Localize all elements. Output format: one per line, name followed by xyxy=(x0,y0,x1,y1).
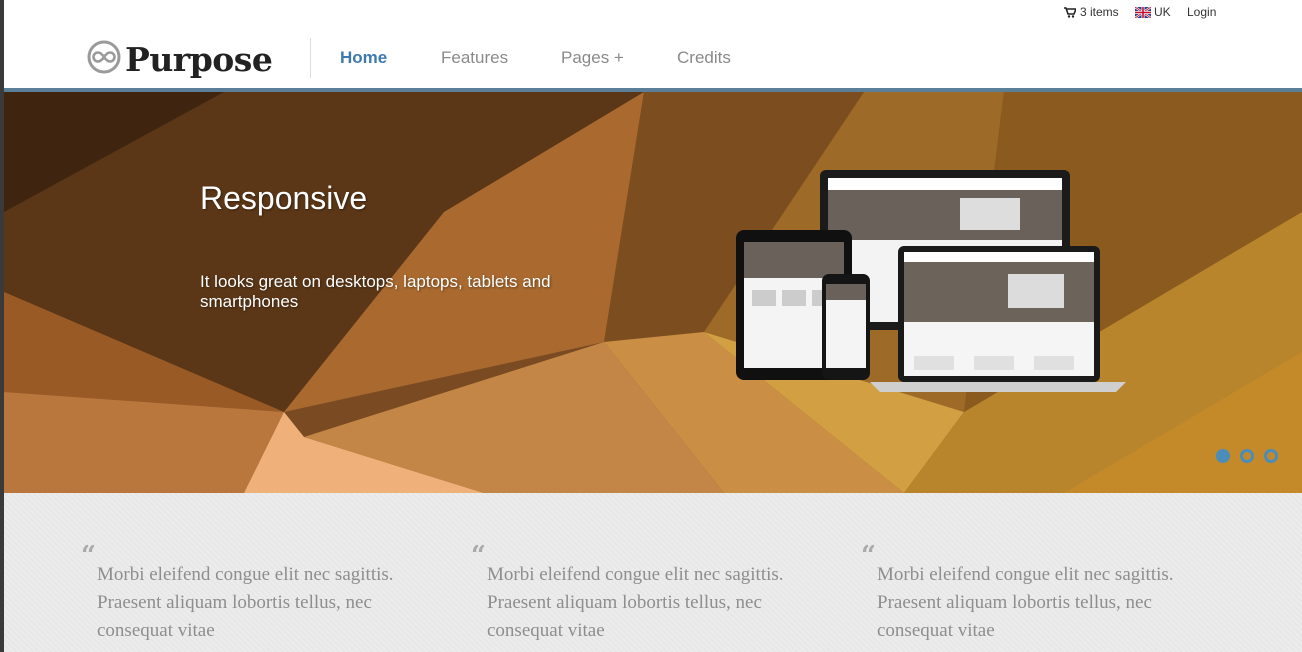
brand-logo[interactable]: Purpose xyxy=(87,40,273,79)
nav-item-home[interactable]: Home xyxy=(340,48,387,68)
hero-slider: Responsive It looks great on desktops, l… xyxy=(4,92,1302,493)
testimonial-item: “ Morbi eleifend congue elit nec sagitti… xyxy=(81,541,437,645)
window-edge xyxy=(0,0,4,652)
testimonial-text: Morbi eleifend congue elit nec sagittis.… xyxy=(487,564,784,641)
cart-link[interactable]: 3 items xyxy=(1064,5,1119,19)
testimonials-section: “ Morbi eleifend congue elit nec sagitti… xyxy=(4,493,1302,652)
infinity-logo-icon xyxy=(87,40,121,79)
site-header: Purpose Home Features Pages + Credits xyxy=(4,26,1302,88)
testimonial-text: Morbi eleifend congue elit nec sagittis.… xyxy=(877,564,1174,641)
language-selector[interactable]: UK xyxy=(1135,5,1171,19)
slider-dot-3[interactable] xyxy=(1264,449,1278,463)
login-link[interactable]: Login xyxy=(1187,5,1216,19)
testimonial-item: “ Morbi eleifend congue elit nec sagitti… xyxy=(861,541,1217,645)
nav-item-pages[interactable]: Pages + xyxy=(561,48,624,68)
nav-item-credits[interactable]: Credits xyxy=(677,48,731,68)
testimonial-item: “ Morbi eleifend congue elit nec sagitti… xyxy=(471,541,827,645)
cart-icon xyxy=(1064,6,1076,18)
uk-flag-icon xyxy=(1135,6,1151,18)
quote-mark-icon: “ xyxy=(81,541,96,571)
header-divider xyxy=(310,38,311,78)
testimonial-text: Morbi eleifend congue elit nec sagittis.… xyxy=(97,564,394,641)
language-label: UK xyxy=(1154,5,1171,19)
hero-subtitle: It looks great on desktops, laptops, tab… xyxy=(200,272,551,311)
nav-item-features[interactable]: Features xyxy=(441,48,508,68)
cart-count-label: 3 items xyxy=(1080,5,1119,19)
slider-pagination xyxy=(1216,449,1278,463)
top-utility-bar: 3 items UK Login xyxy=(4,0,1302,26)
hero-title: Responsive xyxy=(200,180,368,216)
brand-name: Purpose xyxy=(125,40,273,79)
slider-dot-2[interactable] xyxy=(1240,449,1254,463)
quote-mark-icon: “ xyxy=(861,541,876,571)
slider-dot-1[interactable] xyxy=(1216,449,1230,463)
responsive-devices-image xyxy=(730,170,1126,401)
quote-mark-icon: “ xyxy=(471,541,486,571)
